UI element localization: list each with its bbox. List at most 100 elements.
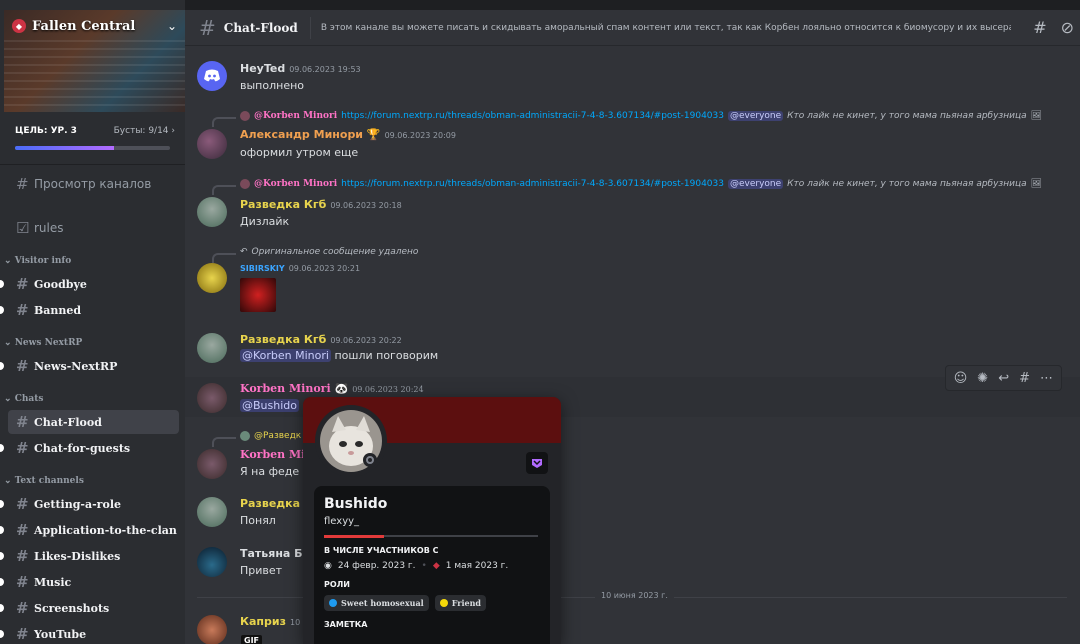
avatar[interactable]	[197, 197, 227, 227]
message-author[interactable]: Korben Minori 🐼 09.06.2023 20:24	[240, 382, 424, 395]
message-text: выполнено	[240, 79, 305, 92]
category-visitor-info[interactable]: ⌄ Visitor info	[4, 256, 71, 270]
reply-icon[interactable]: ↩	[998, 371, 1009, 386]
reply-preview[interactable]: @Korben Minori https://forum.nextrp.ru/t…	[240, 179, 1042, 189]
server-icon: ◆	[432, 561, 440, 571]
category-chats[interactable]: ⌄ Chats	[4, 394, 43, 408]
server-name: Fallen Central	[32, 18, 136, 34]
nitro-badge-icon[interactable]	[526, 452, 548, 474]
message-author[interactable]: Разведка К	[240, 497, 313, 510]
mute-notifications-icon[interactable]: ⊘	[1061, 18, 1074, 37]
chevron-down-icon: ⌄	[166, 19, 177, 33]
gif-badge[interactable]: GIF	[241, 635, 263, 644]
channel-youtube[interactable]: # YouTube	[0, 622, 179, 644]
channel-getting-a-role[interactable]: # Getting-a-role	[0, 492, 179, 516]
message-author[interactable]: SIBIRSKIY 09.06.2023 20:21	[240, 264, 360, 273]
unread-indicator	[0, 578, 4, 586]
channel-header: # Chat-Flood В этом канале вы можете пис…	[185, 10, 1080, 46]
profile-display-name: Bushido	[324, 496, 388, 512]
channel-banned[interactable]: # Banned	[0, 298, 179, 322]
more-icon[interactable]: ⋯	[1040, 371, 1053, 386]
browse-channels-label: Просмотр каналов	[34, 177, 152, 191]
profile-username: flexyy_	[324, 516, 360, 527]
profile-card: Bushido flexyy_ В ЧИСЛЕ УЧАСТНИКОВ С ◉ 2…	[314, 486, 550, 644]
hash-icon: #	[16, 301, 29, 319]
image-attachment[interactable]	[240, 278, 276, 312]
member-since-label: В ЧИСЛЕ УЧАСТНИКОВ С	[324, 546, 439, 555]
threads-icon[interactable]: #	[1033, 18, 1046, 37]
message-author[interactable]: Александр Минори 🏆 09.06.2023 20:09	[240, 128, 456, 141]
avatar[interactable]	[197, 333, 227, 363]
channel-application-to-the-clan[interactable]: # Application-to-the-clan	[0, 518, 179, 542]
image-icon: 🖼	[1030, 111, 1043, 121]
roles-list: Sweet homosexual Friend	[324, 595, 540, 611]
super-reaction-icon[interactable]: ✺	[977, 371, 988, 386]
avatar[interactable]	[197, 497, 227, 527]
category-text-channels[interactable]: ⌄ Text channels	[4, 476, 84, 490]
divider	[0, 164, 185, 165]
avatar[interactable]	[197, 263, 227, 293]
roles-label: РОЛИ	[324, 580, 351, 589]
header-toolbar: # ⊘	[1033, 18, 1074, 37]
reply-preview[interactable]: @Разведк	[240, 431, 301, 441]
channel-chat-flood[interactable]: # Chat-Flood	[8, 410, 179, 434]
message-text: Я на феде в	[240, 465, 310, 478]
role-color-dot	[329, 599, 337, 607]
message-text: Понял	[240, 514, 276, 527]
channel-topic[interactable]: В этом канале вы можете писать и скидыва…	[321, 23, 1011, 33]
unread-indicator	[0, 500, 4, 508]
server-icon: ◆	[12, 19, 26, 33]
message-text: оформил утром еще	[240, 146, 359, 159]
hash-icon: #	[16, 495, 29, 513]
title-bar	[185, 0, 1080, 10]
message-author[interactable]: Разведка Кгб 09.06.2023 20:22	[240, 333, 402, 346]
note-label: ЗАМЕТКА	[324, 620, 368, 629]
avatar[interactable]	[197, 449, 227, 479]
member-since-dates: ◉ 24 февр. 2023 г. • ◆ 1 мая 2023 г.	[324, 561, 509, 571]
message-text: Дизлайк	[240, 215, 290, 228]
discord-logo-icon	[204, 69, 220, 82]
hash-icon: #	[16, 573, 29, 591]
boost-progress-bar	[15, 146, 170, 150]
channel-chat-for-guests[interactable]: # Chat-for-guests	[0, 436, 179, 460]
avatar[interactable]	[197, 129, 227, 159]
hash-icon: #	[16, 625, 29, 643]
message-author[interactable]: Разведка Кгб 09.06.2023 20:18	[240, 198, 402, 211]
create-thread-icon[interactable]: #	[1019, 371, 1030, 386]
avatar[interactable]	[197, 547, 227, 577]
avatar[interactable]	[197, 383, 227, 413]
server-header[interactable]: ◆ Fallen Central ⌄	[4, 10, 185, 42]
trophy-icon: 🏆	[366, 128, 381, 141]
avatar[interactable]	[197, 615, 227, 644]
reply-preview[interactable]: @Korben Minori https://forum.nextrp.ru/t…	[240, 111, 1042, 121]
message-author[interactable]: Каприз 10	[240, 615, 300, 628]
category-news[interactable]: ⌄ News NextRP	[4, 338, 82, 352]
role-pill[interactable]: Friend	[434, 595, 486, 611]
channel-news[interactable]: # News-NextRP	[0, 354, 179, 378]
channel-goodbye[interactable]: # Goodbye	[0, 272, 179, 296]
boost-goal: ЦЕЛЬ: УР. 3	[15, 126, 77, 136]
channel-likes-dislikes[interactable]: # Likes-Dislikes	[0, 544, 179, 568]
hash-icon: #	[16, 599, 29, 617]
channel-music[interactable]: # Music	[0, 570, 179, 594]
channel-sidebar: ◆ Fallen Central ⌄ ЦЕЛЬ: УР. 3 Бусты: 9/…	[0, 0, 185, 644]
avatar[interactable]	[197, 61, 227, 91]
browse-channels[interactable]: # Просмотр каналов	[8, 172, 179, 196]
reply-connector	[212, 437, 236, 447]
role-color-dot	[439, 599, 448, 607]
role-pill[interactable]: Sweet homosexual	[324, 595, 429, 611]
message-author[interactable]: Korben Mi	[240, 448, 305, 461]
hash-icon: #	[16, 521, 29, 539]
message-author[interactable]: HeyTed 09.06.2023 19:53	[240, 62, 361, 75]
user-profile-popout[interactable]: Bushido flexyy_ В ЧИСЛЕ УЧАСТНИКОВ С ◉ 2…	[303, 397, 561, 644]
rules-channel[interactable]: ☑ rules	[8, 216, 179, 240]
channel-screenshots[interactable]: # Screenshots	[0, 596, 179, 620]
mini-avatar	[240, 111, 250, 121]
add-reaction-icon[interactable]: ☺	[954, 371, 968, 386]
discord-window: ◆ Fallen Central ⌄ ЦЕЛЬ: УР. 3 Бусты: 9/…	[0, 0, 1080, 644]
hash-icon: #	[16, 439, 29, 457]
reply-arrow-icon: ↶	[240, 247, 248, 257]
hash-icon: #	[199, 15, 216, 40]
boost-goal-row[interactable]: ЦЕЛЬ: УР. 3 Бусты: 9/14 ›	[15, 126, 175, 140]
channel-title: Chat-Flood	[223, 20, 298, 35]
